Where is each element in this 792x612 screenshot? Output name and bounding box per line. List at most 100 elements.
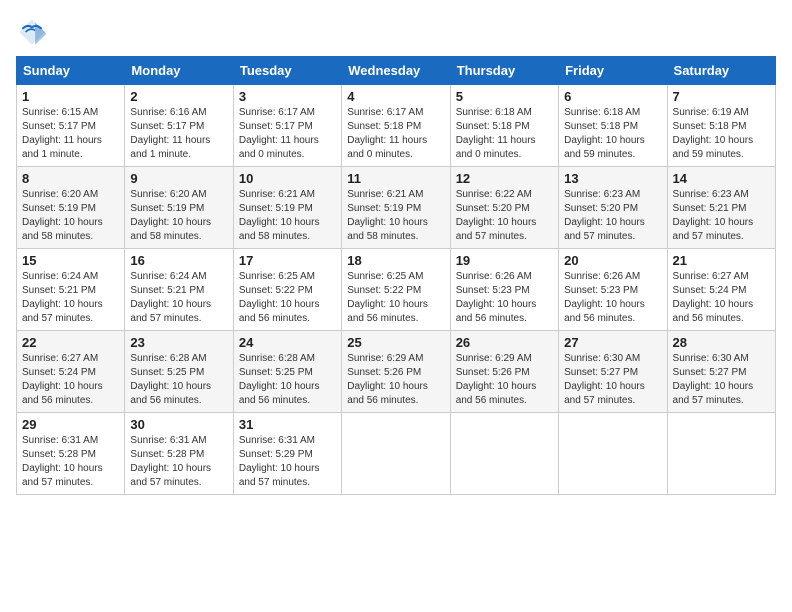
sunrise-label: Sunrise: 6:31 AM — [22, 435, 98, 446]
day-info: Sunrise: 6:29 AM Sunset: 5:26 PM Dayligh… — [347, 352, 444, 408]
sunset-label: Sunset: 5:24 PM — [22, 367, 96, 378]
day-info: Sunrise: 6:19 AM Sunset: 5:18 PM Dayligh… — [673, 106, 770, 162]
sunrise-label: Sunrise: 6:18 AM — [564, 107, 640, 118]
sunset-label: Sunset: 5:29 PM — [239, 449, 313, 460]
day-info: Sunrise: 6:20 AM Sunset: 5:19 PM Dayligh… — [22, 188, 119, 244]
table-row: 14 Sunrise: 6:23 AM Sunset: 5:21 PM Dayl… — [667, 167, 775, 249]
table-row: 21 Sunrise: 6:27 AM Sunset: 5:24 PM Dayl… — [667, 249, 775, 331]
sunset-label: Sunset: 5:17 PM — [239, 121, 313, 132]
daylight-label: Daylight: 10 hours and 58 minutes. — [347, 217, 428, 242]
sunrise-label: Sunrise: 6:31 AM — [239, 435, 315, 446]
daylight-label: Daylight: 10 hours and 56 minutes. — [347, 299, 428, 324]
day-info: Sunrise: 6:28 AM Sunset: 5:25 PM Dayligh… — [130, 352, 227, 408]
col-friday: Friday — [559, 57, 667, 85]
daylight-label: Daylight: 10 hours and 57 minutes. — [130, 299, 211, 324]
sunset-label: Sunset: 5:24 PM — [673, 285, 747, 296]
table-row: 19 Sunrise: 6:26 AM Sunset: 5:23 PM Dayl… — [450, 249, 558, 331]
daylight-label: Daylight: 10 hours and 57 minutes. — [673, 381, 754, 406]
table-row — [450, 413, 558, 495]
day-number: 30 — [130, 417, 227, 432]
sunrise-label: Sunrise: 6:20 AM — [130, 189, 206, 200]
daylight-label: Daylight: 11 hours and 1 minute. — [130, 135, 210, 160]
day-number: 17 — [239, 253, 336, 268]
table-row: 7 Sunrise: 6:19 AM Sunset: 5:18 PM Dayli… — [667, 85, 775, 167]
daylight-label: Daylight: 10 hours and 56 minutes. — [239, 381, 320, 406]
day-number: 12 — [456, 171, 553, 186]
day-info: Sunrise: 6:23 AM Sunset: 5:20 PM Dayligh… — [564, 188, 661, 244]
daylight-label: Daylight: 10 hours and 57 minutes. — [673, 217, 754, 242]
day-number: 25 — [347, 335, 444, 350]
table-row — [342, 413, 450, 495]
table-row: 22 Sunrise: 6:27 AM Sunset: 5:24 PM Dayl… — [17, 331, 125, 413]
day-info: Sunrise: 6:30 AM Sunset: 5:27 PM Dayligh… — [564, 352, 661, 408]
sunrise-label: Sunrise: 6:15 AM — [22, 107, 98, 118]
day-info: Sunrise: 6:26 AM Sunset: 5:23 PM Dayligh… — [456, 270, 553, 326]
sunrise-label: Sunrise: 6:26 AM — [564, 271, 640, 282]
sunrise-label: Sunrise: 6:25 AM — [239, 271, 315, 282]
sunset-label: Sunset: 5:23 PM — [456, 285, 530, 296]
table-row: 6 Sunrise: 6:18 AM Sunset: 5:18 PM Dayli… — [559, 85, 667, 167]
table-row — [667, 413, 775, 495]
day-info: Sunrise: 6:26 AM Sunset: 5:23 PM Dayligh… — [564, 270, 661, 326]
day-number: 4 — [347, 89, 444, 104]
table-row: 29 Sunrise: 6:31 AM Sunset: 5:28 PM Dayl… — [17, 413, 125, 495]
table-row: 8 Sunrise: 6:20 AM Sunset: 5:19 PM Dayli… — [17, 167, 125, 249]
table-row: 23 Sunrise: 6:28 AM Sunset: 5:25 PM Dayl… — [125, 331, 233, 413]
calendar-week-3: 15 Sunrise: 6:24 AM Sunset: 5:21 PM Dayl… — [17, 249, 776, 331]
sunrise-label: Sunrise: 6:22 AM — [456, 189, 532, 200]
table-row: 20 Sunrise: 6:26 AM Sunset: 5:23 PM Dayl… — [559, 249, 667, 331]
sunrise-label: Sunrise: 6:24 AM — [130, 271, 206, 282]
daylight-label: Daylight: 10 hours and 56 minutes. — [347, 381, 428, 406]
col-sunday: Sunday — [17, 57, 125, 85]
day-info: Sunrise: 6:16 AM Sunset: 5:17 PM Dayligh… — [130, 106, 227, 162]
daylight-label: Daylight: 10 hours and 58 minutes. — [22, 217, 103, 242]
sunset-label: Sunset: 5:26 PM — [347, 367, 421, 378]
sunset-label: Sunset: 5:19 PM — [22, 203, 96, 214]
daylight-label: Daylight: 10 hours and 56 minutes. — [456, 381, 537, 406]
table-row: 4 Sunrise: 6:17 AM Sunset: 5:18 PM Dayli… — [342, 85, 450, 167]
day-info: Sunrise: 6:21 AM Sunset: 5:19 PM Dayligh… — [239, 188, 336, 244]
day-number: 16 — [130, 253, 227, 268]
sunrise-label: Sunrise: 6:24 AM — [22, 271, 98, 282]
day-info: Sunrise: 6:31 AM Sunset: 5:29 PM Dayligh… — [239, 434, 336, 490]
table-row: 2 Sunrise: 6:16 AM Sunset: 5:17 PM Dayli… — [125, 85, 233, 167]
sunset-label: Sunset: 5:25 PM — [130, 367, 204, 378]
sunset-label: Sunset: 5:23 PM — [564, 285, 638, 296]
sunset-label: Sunset: 5:27 PM — [564, 367, 638, 378]
table-row: 31 Sunrise: 6:31 AM Sunset: 5:29 PM Dayl… — [233, 413, 341, 495]
sunset-label: Sunset: 5:20 PM — [564, 203, 638, 214]
daylight-label: Daylight: 11 hours and 0 minutes. — [239, 135, 319, 160]
day-number: 3 — [239, 89, 336, 104]
table-row: 9 Sunrise: 6:20 AM Sunset: 5:19 PM Dayli… — [125, 167, 233, 249]
day-info: Sunrise: 6:24 AM Sunset: 5:21 PM Dayligh… — [22, 270, 119, 326]
sunrise-label: Sunrise: 6:31 AM — [130, 435, 206, 446]
day-number: 10 — [239, 171, 336, 186]
sunset-label: Sunset: 5:21 PM — [673, 203, 747, 214]
calendar-table: Sunday Monday Tuesday Wednesday Thursday… — [16, 56, 776, 495]
page-header — [16, 16, 776, 48]
sunset-label: Sunset: 5:18 PM — [564, 121, 638, 132]
table-row: 13 Sunrise: 6:23 AM Sunset: 5:20 PM Dayl… — [559, 167, 667, 249]
sunrise-label: Sunrise: 6:16 AM — [130, 107, 206, 118]
sunset-label: Sunset: 5:19 PM — [239, 203, 313, 214]
calendar-week-2: 8 Sunrise: 6:20 AM Sunset: 5:19 PM Dayli… — [17, 167, 776, 249]
day-number: 27 — [564, 335, 661, 350]
day-number: 15 — [22, 253, 119, 268]
table-row: 16 Sunrise: 6:24 AM Sunset: 5:21 PM Dayl… — [125, 249, 233, 331]
daylight-label: Daylight: 10 hours and 57 minutes. — [564, 381, 645, 406]
sunset-label: Sunset: 5:17 PM — [130, 121, 204, 132]
day-info: Sunrise: 6:25 AM Sunset: 5:22 PM Dayligh… — [239, 270, 336, 326]
sunrise-label: Sunrise: 6:23 AM — [673, 189, 749, 200]
table-row: 3 Sunrise: 6:17 AM Sunset: 5:17 PM Dayli… — [233, 85, 341, 167]
day-info: Sunrise: 6:18 AM Sunset: 5:18 PM Dayligh… — [456, 106, 553, 162]
sunrise-label: Sunrise: 6:30 AM — [564, 353, 640, 364]
sunset-label: Sunset: 5:19 PM — [347, 203, 421, 214]
col-monday: Monday — [125, 57, 233, 85]
day-info: Sunrise: 6:25 AM Sunset: 5:22 PM Dayligh… — [347, 270, 444, 326]
table-row: 26 Sunrise: 6:29 AM Sunset: 5:26 PM Dayl… — [450, 331, 558, 413]
daylight-label: Daylight: 10 hours and 57 minutes. — [456, 217, 537, 242]
day-number: 5 — [456, 89, 553, 104]
sunrise-label: Sunrise: 6:28 AM — [239, 353, 315, 364]
sunrise-label: Sunrise: 6:29 AM — [347, 353, 423, 364]
day-info: Sunrise: 6:21 AM Sunset: 5:19 PM Dayligh… — [347, 188, 444, 244]
